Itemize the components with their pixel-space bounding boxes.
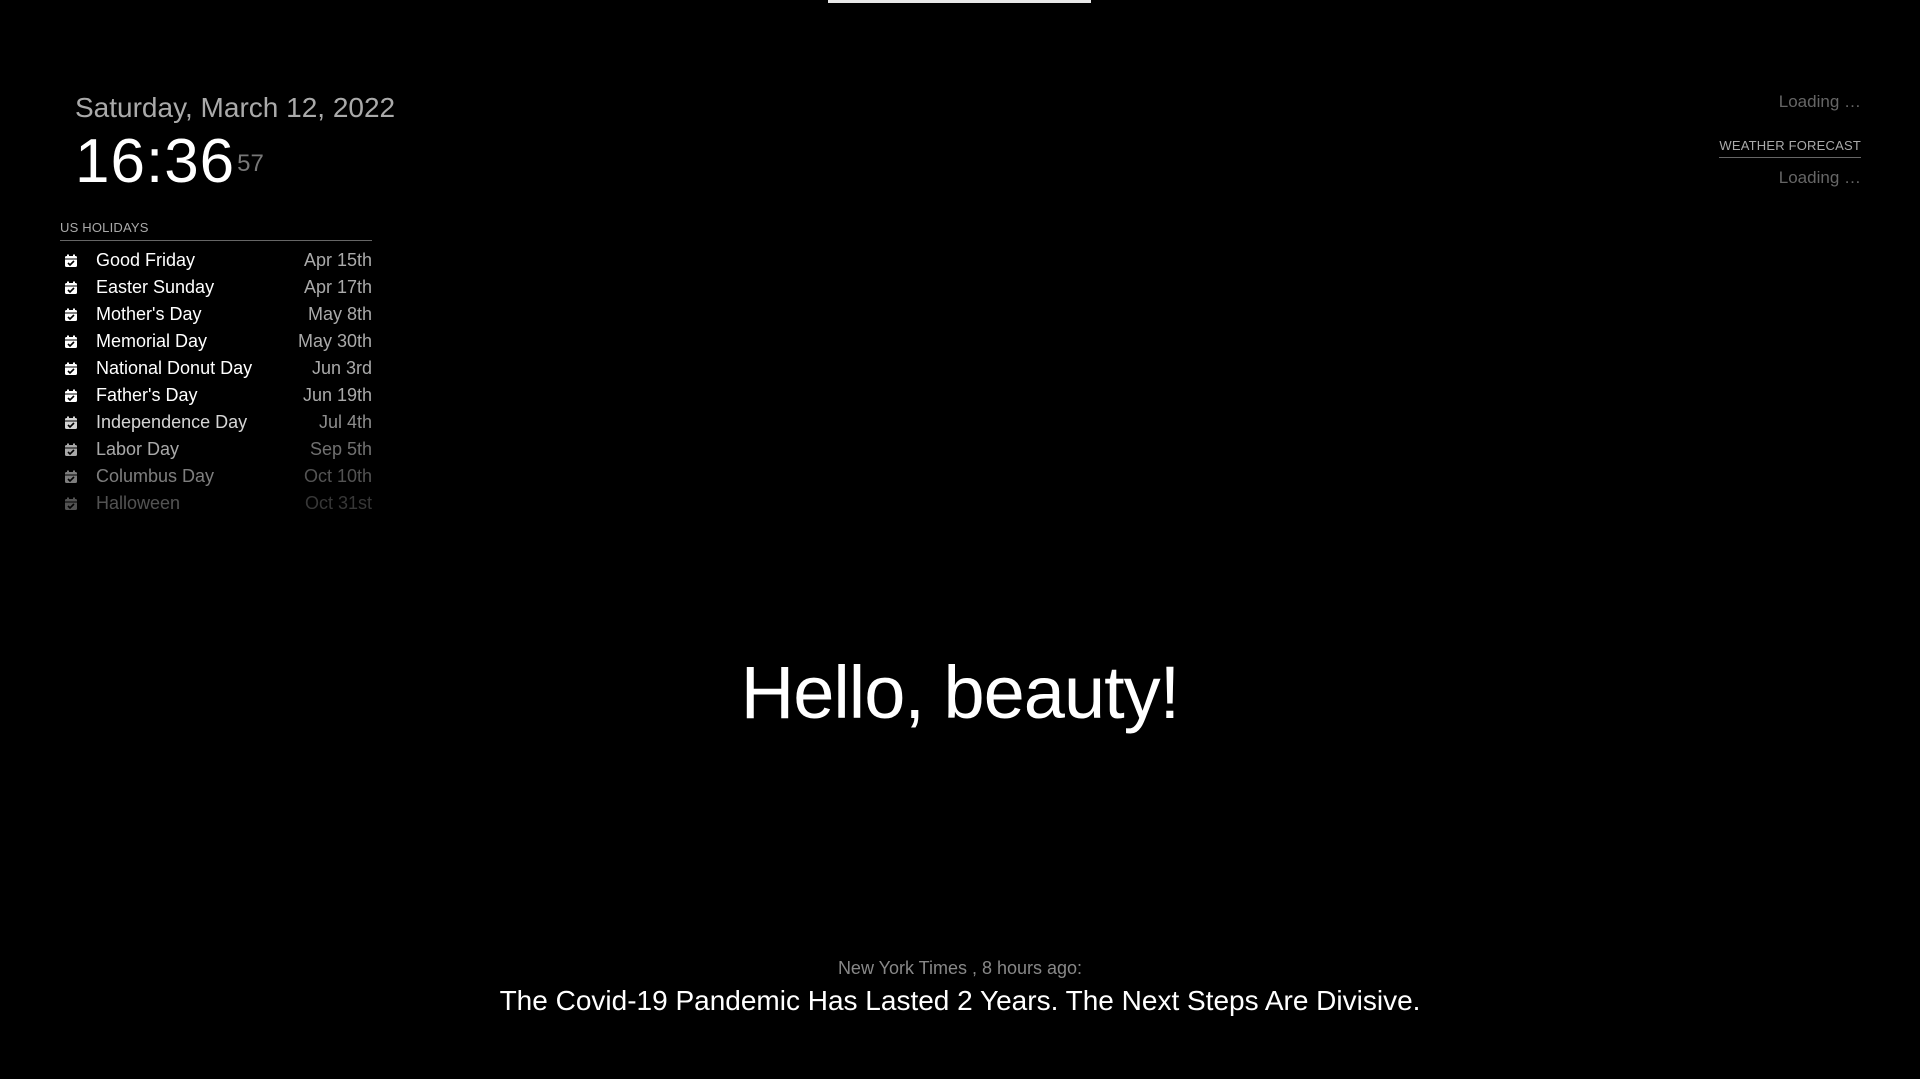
calendar-check-icon [64, 416, 80, 430]
magic-mirror-screen: Saturday, March 12, 2022 16:3657 US HOLI… [0, 0, 1920, 1079]
calendar-check-icon [64, 389, 80, 403]
calendar-event-date: Oct 31st [304, 493, 372, 513]
clock-hours-minutes: 16:36 [75, 127, 236, 196]
calendar-event-date: Sep 5th [309, 439, 372, 459]
calendar-event-row: Columbus Day Oct 10th [60, 463, 372, 490]
calendar-event-row: Halloween Oct 31st [60, 490, 372, 517]
weather-module: Loading … WEATHER FORECAST Loading … [1719, 92, 1861, 188]
calendar-event-date: Apr 15th [303, 250, 372, 270]
clock-date: Saturday, March 12, 2022 [75, 92, 396, 123]
calendar-check-icon [64, 281, 80, 295]
calendar-event-title: Good Friday [96, 250, 196, 270]
calendar-check-icon [64, 335, 80, 349]
calendar-event-title: Independence Day [96, 412, 248, 432]
clock-time: 16:3657 [75, 131, 395, 208]
calendar-event-date: Jun 3rd [311, 358, 372, 378]
calendar-event-row: Independence Day Jul 4th [60, 409, 372, 436]
calendar-event-row: Easter Sunday Apr 17th [60, 274, 372, 301]
calendar-event-title: Memorial Day [96, 331, 208, 351]
top-notification-bar [828, 0, 1091, 3]
calendar-event-date: Jun 19th [302, 385, 372, 405]
calendar-event-title: Columbus Day [96, 466, 215, 486]
calendar-event-list: Good Friday Apr 15th Easter Sunday Apr 17th… [60, 247, 372, 517]
calendar-check-icon [64, 362, 80, 376]
calendar-event-title: Halloween [96, 493, 181, 513]
calendar-module: US HOLIDAYS Good Friday Apr 15th Easter Su… [60, 220, 372, 517]
calendar-event-title: National Donut Day [96, 358, 253, 378]
clock-module: Saturday, March 12, 2022 16:3657 [75, 88, 395, 208]
calendar-check-icon [64, 443, 80, 457]
calendar-event-row: Memorial Day May 30th [60, 328, 372, 355]
weather-forecast-loading: Loading … [1778, 168, 1861, 187]
current-weather-loading: Loading … [1778, 92, 1861, 111]
weather-forecast-header: WEATHER FORECAST [1719, 138, 1861, 158]
calendar-event-date: May 30th [297, 331, 372, 351]
clock-seconds: 57 [237, 150, 264, 177]
calendar-check-icon [64, 254, 80, 268]
calendar-check-icon [64, 497, 80, 511]
calendar-event-row: Good Friday Apr 15th [60, 247, 372, 274]
calendar-event-row: Father's Day Jun 19th [60, 382, 372, 409]
calendar-check-icon [64, 308, 80, 322]
calendar-header: US HOLIDAYS [60, 220, 372, 241]
calendar-event-row: Labor Day Sep 5th [60, 436, 372, 463]
calendar-event-title: Mother's Day [96, 304, 202, 324]
newsfeed-module: New York Times , 8 hours ago: The Covid-… [0, 958, 1920, 1017]
calendar-event-date: Oct 10th [303, 466, 372, 486]
calendar-event-title: Labor Day [96, 439, 180, 459]
calendar-check-icon [64, 470, 80, 484]
calendar-event-date: Jul 4th [318, 412, 372, 432]
calendar-event-date: Apr 17th [303, 277, 372, 297]
calendar-event-date: May 8th [307, 304, 372, 324]
news-headline: The Covid-19 Pandemic Has Lasted 2 Years… [499, 985, 1421, 1016]
calendar-event-row: National Donut Day Jun 3rd [60, 355, 372, 382]
calendar-event-title: Father's Day [96, 385, 198, 405]
news-source: New York Times , 8 hours ago: [837, 958, 1083, 978]
calendar-event-title: Easter Sunday [96, 277, 215, 297]
calendar-event-row: Mother's Day May 8th [60, 301, 372, 328]
compliment-text: Hello, beauty! [740, 651, 1181, 734]
